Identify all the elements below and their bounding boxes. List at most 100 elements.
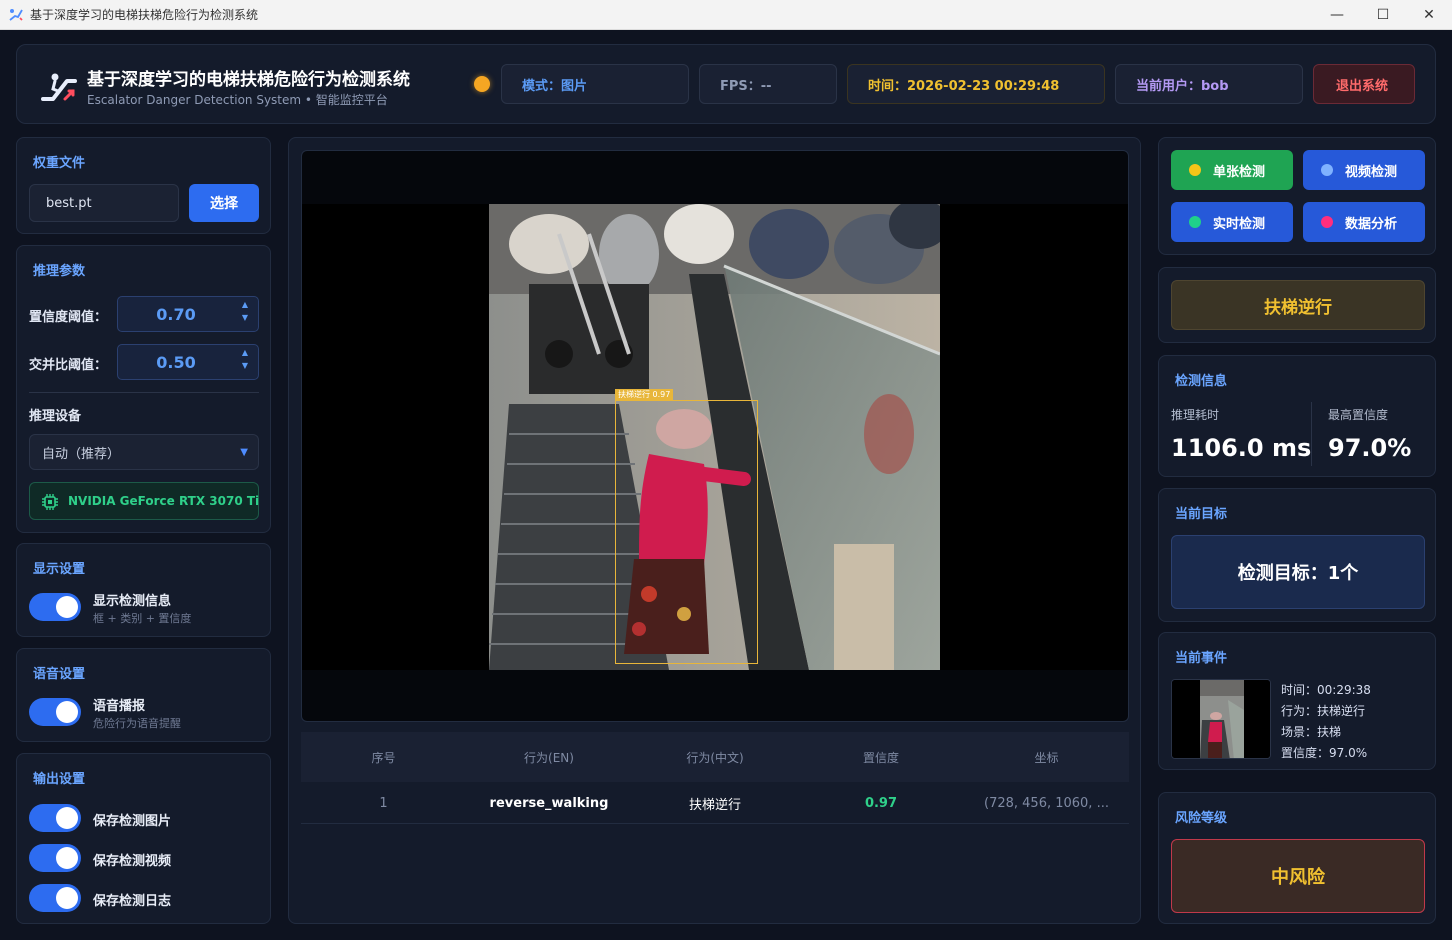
current-event-panel: 当前事件 时间：00:29:38 行为：扶梯逆行 场景：扶梯 置信度：97.0% xyxy=(1158,632,1436,770)
center-panel: 扶梯逆行 0.97 序号 行为(EN) 行为(中文) 置信度 坐标 1 reve… xyxy=(288,137,1141,924)
app-title: 基于深度学习的电梯扶梯危险行为检测系统 xyxy=(87,70,410,90)
table-row[interactable]: 1 reverse_walking 扶梯逆行 0.97 (728, 456, 1… xyxy=(301,782,1129,824)
minimize-button[interactable]: — xyxy=(1314,0,1360,30)
max-conf-label: 最高置信度 xyxy=(1328,408,1389,422)
toggle-knob xyxy=(56,701,78,723)
col-index: 序号 xyxy=(371,750,396,765)
col-en: 行为(EN) xyxy=(524,750,574,765)
voice-label: 语音播报 xyxy=(93,699,146,714)
spin-down-icon[interactable]: ▼ xyxy=(242,362,248,370)
display-title: 显示设置 xyxy=(33,562,86,577)
window-titlebar: 基于深度学习的电梯扶梯危险行为检测系统 — ☐ ✕ xyxy=(0,0,1452,30)
detection-frame: 扶梯逆行 0.97 xyxy=(302,204,1128,670)
current-alert: 扶梯逆行 xyxy=(1171,280,1425,330)
display-info-toggle[interactable] xyxy=(29,593,81,621)
divider xyxy=(29,392,259,393)
weights-panel: 权重文件 best.pt 选择 xyxy=(16,137,271,234)
spin-up-icon[interactable]: ▲ xyxy=(242,349,248,357)
detection-bounding-box: 扶梯逆行 0.97 xyxy=(615,389,758,664)
risk-title: 风险等级 xyxy=(1175,811,1228,826)
save-log-toggle[interactable] xyxy=(29,884,81,912)
header-bar: 基于深度学习的电梯扶梯危险行为检测系统 Escalator Danger Det… xyxy=(16,44,1436,124)
conf-spinbox[interactable]: 0.70 ▲ ▼ xyxy=(117,296,259,332)
select-weight-button[interactable]: 选择 xyxy=(189,184,259,222)
video-detect-label: 视频检测 xyxy=(1345,164,1398,180)
row-coords: (728, 456, 1060, ... xyxy=(984,795,1109,811)
realtime-detect-button[interactable]: 实时检测 xyxy=(1171,202,1293,242)
conf-value: 0.70 xyxy=(156,304,196,324)
chevron-down-icon: ▼ xyxy=(240,447,248,458)
single-detect-label: 单张检测 xyxy=(1213,164,1266,180)
alert-panel: 扶梯逆行 xyxy=(1158,267,1436,343)
latency-value: 1106.0 ms xyxy=(1171,434,1312,462)
display-info-label: 显示检测信息 xyxy=(93,594,172,609)
toggle-knob xyxy=(56,596,78,618)
app-icon xyxy=(9,8,23,21)
iou-spinbox[interactable]: 0.50 ▲ ▼ xyxy=(117,344,259,380)
blue-dot-icon xyxy=(1321,164,1333,176)
save-video-toggle[interactable] xyxy=(29,844,81,872)
spin-down-icon[interactable]: ▼ xyxy=(242,314,248,322)
single-detect-button[interactable]: 单张检测 xyxy=(1171,150,1293,190)
inference-title: 推理参数 xyxy=(33,264,86,279)
realtime-detect-label: 实时检测 xyxy=(1213,216,1266,232)
mode-panel: 单张检测 视频检测 实时检测 数据分析 xyxy=(1158,137,1436,255)
risk-level: 中风险 xyxy=(1171,839,1425,913)
event-behavior: 行为：扶梯逆行 xyxy=(1281,704,1366,718)
video-detect-button[interactable]: 视频检测 xyxy=(1303,150,1425,190)
toggle-knob xyxy=(56,807,78,829)
row-cn: 扶梯逆行 xyxy=(688,797,741,813)
pink-dot-icon xyxy=(1321,216,1333,228)
fps-indicator: FPS：-- xyxy=(699,64,837,104)
yellow-dot-icon xyxy=(1189,164,1201,176)
minimize-icon: — xyxy=(1330,7,1344,23)
app-subtitle: Escalator Danger Detection System • 智能监控… xyxy=(87,93,388,107)
event-thumbnail[interactable] xyxy=(1171,679,1271,759)
logout-button[interactable]: 退出系统 xyxy=(1313,64,1415,104)
event-time: 时间：00:29:38 xyxy=(1281,683,1371,697)
voice-sub: 危险行为语音提醒 xyxy=(93,717,181,730)
voice-title: 语音设置 xyxy=(33,667,86,682)
voice-panel: 语音设置 语音播报 危险行为语音提醒 xyxy=(16,648,271,742)
col-conf: 置信度 xyxy=(862,750,899,765)
close-button[interactable]: ✕ xyxy=(1406,0,1452,30)
display-info-sub: 框 + 类别 + 置信度 xyxy=(93,612,192,625)
device-label: 推理设备 xyxy=(29,409,82,424)
output-title: 输出设置 xyxy=(33,772,86,787)
spin-up-icon[interactable]: ▲ xyxy=(242,301,248,309)
escalator-logo-icon xyxy=(41,73,77,101)
chip-icon xyxy=(42,494,58,510)
weight-file-input[interactable]: best.pt xyxy=(29,184,179,222)
data-analysis-label: 数据分析 xyxy=(1345,216,1398,232)
window-title: 基于深度学习的电梯扶梯危险行为检测系统 xyxy=(30,8,259,22)
row-en: reverse_walking xyxy=(489,795,609,811)
maximize-button[interactable]: ☐ xyxy=(1360,0,1406,30)
gpu-name: NVIDIA GeForce RTX 3070 Ti xyxy=(68,494,260,508)
target-count: 检测目标：1个 xyxy=(1171,535,1425,609)
toggle-knob xyxy=(56,847,78,869)
detection-image: 扶梯逆行 0.97 xyxy=(489,204,940,670)
maximize-icon: ☐ xyxy=(1376,7,1390,23)
weights-title: 权重文件 xyxy=(33,156,86,171)
save-image-toggle[interactable] xyxy=(29,804,81,832)
time-indicator: 时间：2026-02-23 00:29:48 xyxy=(847,64,1105,104)
inference-panel: 推理参数 置信度阈值： 0.70 ▲ ▼ 交并比阈值： 0.50 ▲ ▼ 推理设备 … xyxy=(16,245,271,533)
data-analysis-button[interactable]: 数据分析 xyxy=(1303,202,1425,242)
detect-info-title: 检测信息 xyxy=(1175,374,1228,389)
status-indicator xyxy=(474,76,490,92)
event-confidence: 置信度：97.0% xyxy=(1281,746,1368,760)
toggle-knob xyxy=(56,887,78,909)
close-icon: ✕ xyxy=(1423,7,1435,23)
conf-label: 置信度阈值： xyxy=(29,310,108,325)
device-select[interactable]: 自动（推荐） ▼ xyxy=(29,434,259,470)
save-video-label: 保存检测视频 xyxy=(93,854,172,869)
metric-divider xyxy=(1311,402,1312,466)
results-table: 序号 行为(EN) 行为(中文) 置信度 坐标 1 reverse_walkin… xyxy=(301,732,1129,828)
event-scene: 场景：扶梯 xyxy=(1281,725,1342,739)
save-log-label: 保存检测日志 xyxy=(93,894,172,909)
voice-toggle[interactable] xyxy=(29,698,81,726)
row-index: 1 xyxy=(379,795,388,811)
output-panel: 输出设置 保存检测图片 保存检测视频 保存检测日志 xyxy=(16,753,271,924)
row-conf: 0.97 xyxy=(864,795,898,811)
device-value: 自动（推荐） xyxy=(42,446,121,462)
